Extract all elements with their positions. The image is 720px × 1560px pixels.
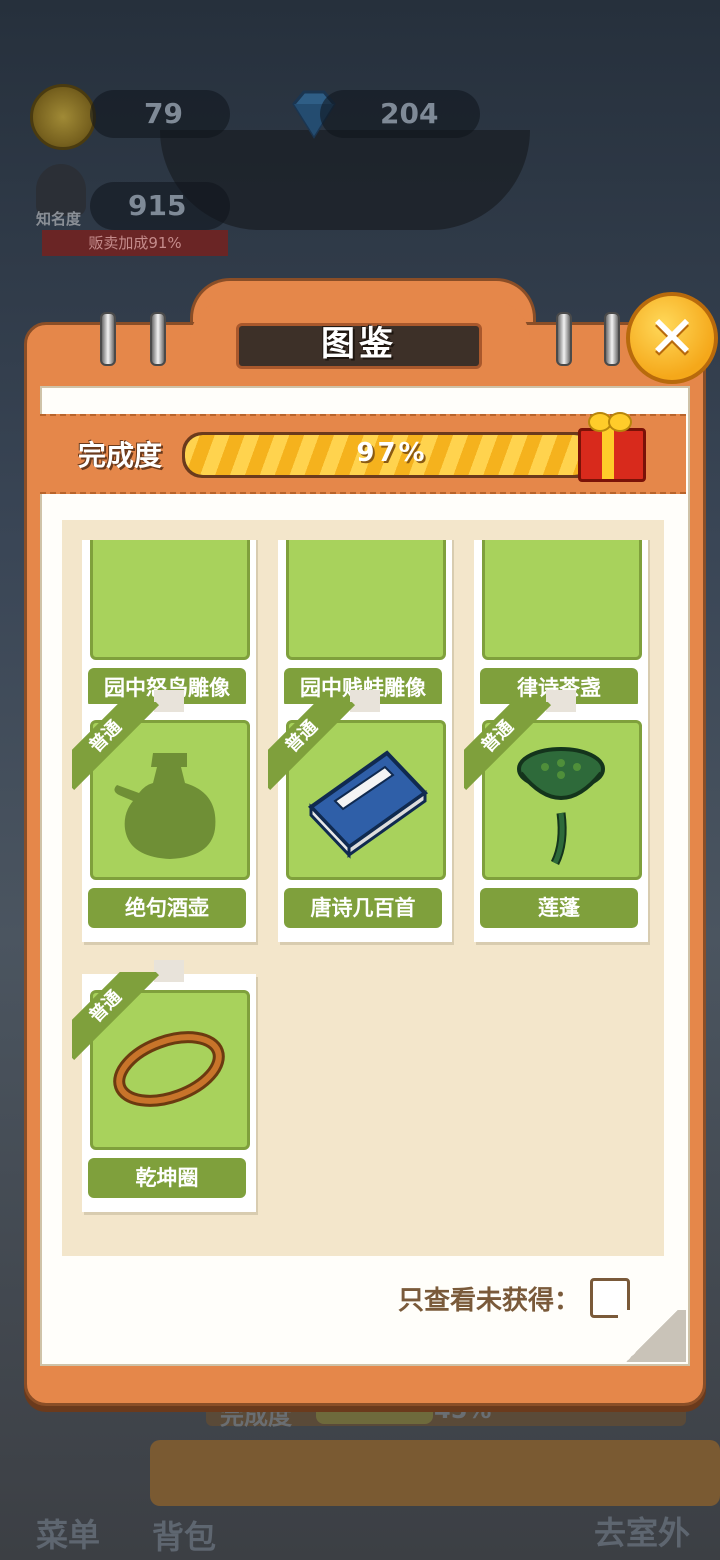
gift-icon[interactable] [574, 404, 646, 482]
binder-ring [150, 312, 166, 366]
completion-label: 完成度 [78, 439, 163, 472]
coin-icon [30, 84, 96, 150]
frog-statue-icon [286, 540, 446, 660]
dialog-title: 图鉴 [236, 323, 482, 369]
binder-ring [604, 312, 620, 366]
fame-value: 915 [128, 189, 187, 222]
sale-bonus: 贩卖加成91% [42, 230, 228, 256]
bird-statue-icon [90, 540, 250, 660]
completion-percent: 97% [356, 438, 428, 468]
menu-button[interactable]: 菜单 [36, 1510, 100, 1556]
gift-bow-shape [588, 412, 632, 432]
tea-cup-icon [482, 540, 642, 660]
card-name: 乾坤圈 [88, 1158, 246, 1198]
collection-card[interactable]: 普通 莲蓬 [464, 690, 648, 942]
coin-counter: 79 [90, 90, 230, 138]
fame-counter: 915 [90, 182, 230, 230]
close-icon[interactable]: ✕ [626, 292, 718, 384]
card-name: 绝句酒壶 [88, 888, 246, 928]
gem-value: 204 [380, 97, 439, 130]
collection-card[interactable]: 普通 唐诗几百首 [268, 690, 452, 942]
bottom-bar [150, 1440, 720, 1506]
rarity-badge: 普通 [72, 702, 162, 792]
coin-value: 79 [144, 97, 183, 130]
gift-ribbon-shape [602, 428, 614, 479]
filter-unobtained-label: 只查看未获得： [398, 1286, 581, 1316]
collection-grid[interactable]: 园中怒鸟雕像 园中贱蛙雕像 律诗茶盏 普通 绝句酒壶 普通 唐诗几百首 普通 莲… [62, 540, 664, 1256]
binder-ring [100, 312, 116, 366]
collection-card[interactable]: 普通 乾坤圈 [72, 960, 256, 1212]
rarity-badge: 普通 [268, 702, 358, 792]
go-outdoor-button[interactable]: 去室外 [594, 1508, 690, 1554]
collection-card[interactable]: 普通 绝句酒壶 [72, 690, 256, 942]
binder-ring [556, 312, 572, 366]
background-progress-fill [316, 1404, 433, 1424]
rarity-badge: 普通 [72, 972, 162, 1062]
card-name: 唐诗几百首 [284, 888, 442, 928]
gem-counter: 204 [320, 90, 480, 138]
rarity-badge: 普通 [464, 702, 554, 792]
page-curl [618, 1310, 686, 1362]
fame-label: 知名度 [36, 210, 82, 228]
card-name: 莲蓬 [480, 888, 638, 928]
bag-button[interactable]: 背包 [152, 1512, 216, 1558]
